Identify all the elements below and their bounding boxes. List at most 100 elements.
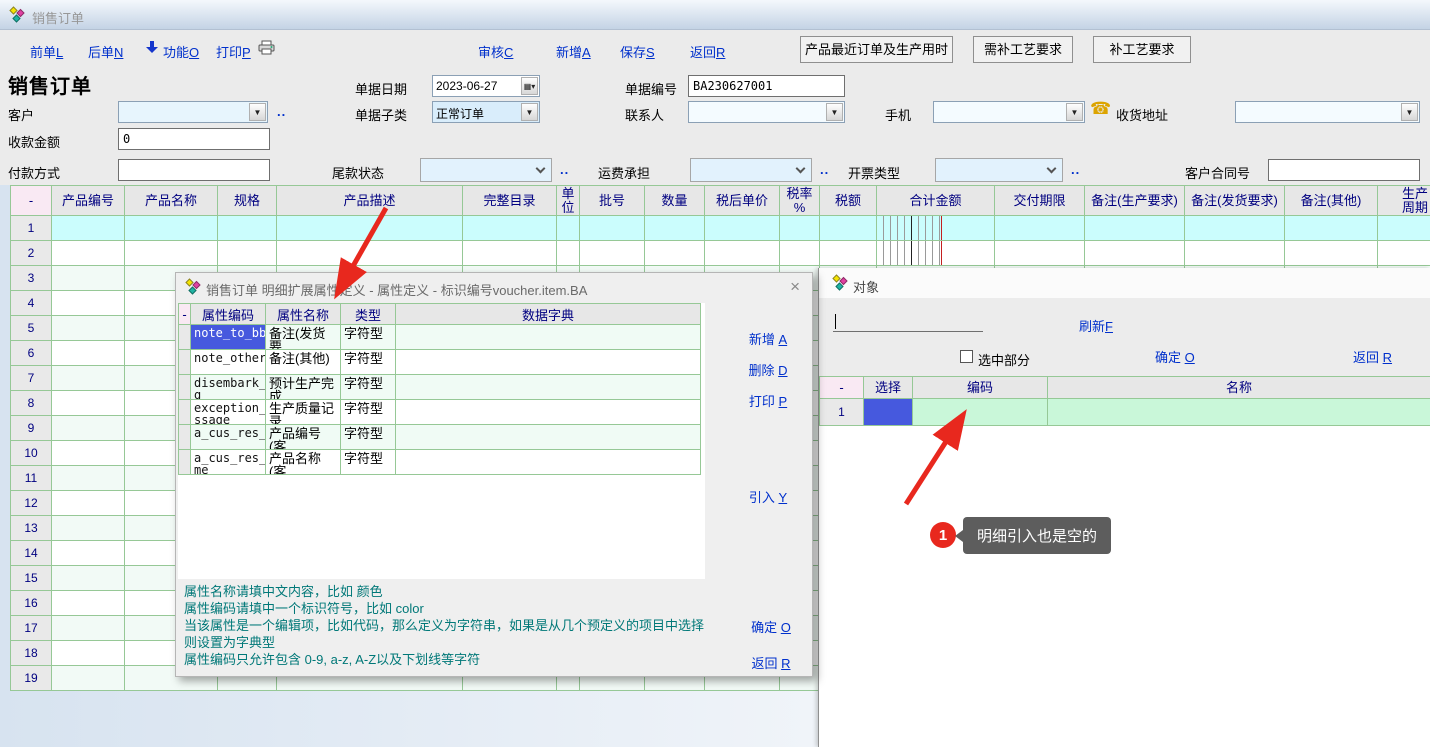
refresh-link[interactable]: 刷新F [1079,316,1113,335]
grid-cell[interactable] [580,241,645,266]
attr-name-cell[interactable]: 产品名称(客) [266,450,341,475]
grid-cell[interactable] [218,241,277,266]
dialog-import-link[interactable]: 引入 Y [736,487,800,506]
grid-row-number[interactable]: 6 [10,341,52,366]
dropdown-arrow-icon[interactable]: ▼ [826,103,843,121]
grid-row-number[interactable]: 4 [10,291,52,316]
attr-name-cell[interactable]: 备注(其他) [266,350,341,375]
grid-cell[interactable] [1085,241,1185,266]
grid-cell[interactable] [1378,216,1430,241]
grid-row-number[interactable]: 17 [10,616,52,641]
grid-cell[interactable] [877,216,995,241]
attr-code-cell[interactable]: a_cus_res_id [191,425,266,450]
save-link[interactable]: 保存S [620,42,655,61]
attr-type-cell[interactable]: 字符型 [341,400,396,425]
phone-icon[interactable]: ☎ [1090,99,1111,119]
grid-cell[interactable] [52,641,125,666]
grid-row-number[interactable]: 18 [10,641,52,666]
panel-confirm-link[interactable]: 确定 O [1155,347,1195,366]
dialog-confirm-link[interactable]: 确定 O [739,617,803,636]
grid-row-number[interactable]: 15 [10,566,52,591]
grid-cell[interactable] [52,391,125,416]
next-bill-link[interactable]: 后单N [88,42,123,61]
attr-type-cell[interactable]: 字符型 [341,375,396,400]
grid-cell[interactable] [277,216,463,241]
object-row-number[interactable]: 1 [819,399,864,426]
received-amount-input[interactable] [118,128,270,150]
attr-code-cell[interactable]: note_to_bb [191,325,266,350]
calendar-dropdown-icon[interactable]: ▦▾ [521,77,538,95]
panel-return-link[interactable]: 返回 R [1353,347,1392,366]
payment-method-input[interactable] [118,159,270,181]
grid-cell[interactable] [52,416,125,441]
grid-cell[interactable] [52,491,125,516]
grid-cell[interactable] [52,341,125,366]
attr-dict-cell[interactable] [396,325,701,350]
attr-row-selector[interactable] [178,350,191,375]
dialog-add-link[interactable]: 新增 A [736,329,800,348]
attr-dict-cell[interactable] [396,450,701,475]
balance-status-combo[interactable] [420,158,552,182]
grid-cell[interactable] [52,266,125,291]
attr-name-cell[interactable]: 备注(发货要求) [266,325,341,350]
attr-code-cell[interactable]: a_cus_res_name [191,450,266,475]
attr-dict-cell[interactable] [396,425,701,450]
dialog-print-link[interactable]: 打印 P [736,391,800,410]
grid-cell[interactable] [557,216,580,241]
grid-cell[interactable] [125,216,218,241]
object-code-cell[interactable] [913,399,1048,426]
grid-cell[interactable] [557,241,580,266]
ship-address-combo[interactable]: ▼ [1235,101,1420,123]
grid-cell[interactable] [277,241,463,266]
attr-code-cell[interactable]: disembark_mag [191,375,266,400]
printer-icon[interactable] [258,40,275,58]
grid-cell[interactable] [877,241,995,266]
grid-cell[interactable] [645,241,705,266]
attr-type-cell[interactable]: 字符型 [341,450,396,475]
dropdown-arrow-icon[interactable]: ▼ [1401,103,1418,121]
grid-row-number[interactable]: 14 [10,541,52,566]
grid-row-number[interactable]: 12 [10,491,52,516]
grid-cell[interactable] [1185,216,1285,241]
attr-type-cell[interactable]: 字符型 [341,325,396,350]
grid-row-number[interactable]: 10 [10,441,52,466]
grid-cell[interactable] [1378,241,1430,266]
grid-row-number[interactable]: 13 [10,516,52,541]
grid-cell[interactable] [52,516,125,541]
grid-cell[interactable] [52,316,125,341]
balance-status-browse-link[interactable]: .. [560,162,569,177]
grid-cell[interactable] [780,241,820,266]
bill-date-combo[interactable]: 2023-06-27▦▾ [432,75,540,97]
grid-cell[interactable] [463,241,557,266]
attr-code-cell[interactable]: note_other [191,350,266,375]
freight-bearer-browse-link[interactable]: .. [820,162,829,177]
recent-orders-button[interactable]: 产品最近订单及生产用时 [800,36,953,63]
mobile-combo[interactable]: ▼ [933,101,1085,123]
grid-cell[interactable] [1285,241,1378,266]
grid-cell[interactable] [705,216,780,241]
grid-cell[interactable] [995,241,1085,266]
audit-link[interactable]: 审核C [478,42,513,61]
grid-row-number[interactable]: 19 [10,666,52,691]
grid-row-number[interactable]: 16 [10,591,52,616]
dropdown-arrow-icon[interactable]: ▼ [521,103,538,121]
attr-dict-cell[interactable] [396,400,701,425]
freight-bearer-combo[interactable] [690,158,812,182]
grid-cell[interactable] [52,241,125,266]
print-link[interactable]: 打印P [216,42,251,61]
grid-cell[interactable] [52,441,125,466]
grid-cell[interactable] [780,216,820,241]
attr-row-selector[interactable] [178,400,191,425]
grid-cell[interactable] [820,241,877,266]
dialog-return-link[interactable]: 返回 R [739,653,803,672]
grid-cell[interactable] [52,616,125,641]
grid-row-number[interactable]: 9 [10,416,52,441]
attr-row-selector[interactable] [178,450,191,475]
attr-name-cell[interactable]: 预计生产完成 [266,375,341,400]
grid-cell[interactable] [1185,241,1285,266]
grid-cell[interactable] [52,366,125,391]
function-link[interactable]: 功能O [163,42,199,61]
attr-row-selector[interactable] [178,325,191,350]
bill-subtype-combo[interactable]: 正常订单▼ [432,101,540,123]
attr-dict-cell[interactable] [396,350,701,375]
